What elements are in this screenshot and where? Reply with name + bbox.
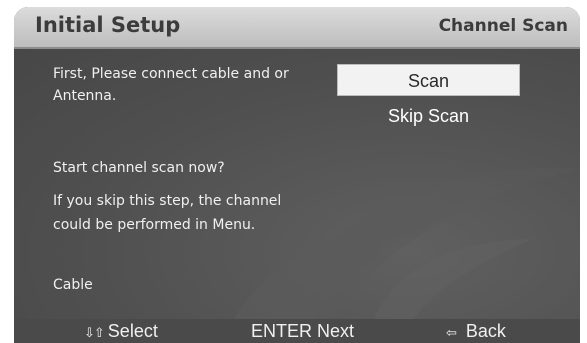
footer-next-hint: ENTER Next <box>251 321 355 341</box>
select-label: Select <box>107 321 158 341</box>
signal-source: Cable <box>53 277 93 293</box>
scan-question: Start channel scan now? <box>53 160 225 176</box>
footer-bar: ⇩⇧ Select ENTER Next ⇦ Back <box>14 319 580 343</box>
skip-scan-button[interactable]: Skip Scan <box>337 102 520 130</box>
skip-info-line1: If you skip this step, the channel <box>53 193 282 209</box>
connect-instruction-line1: First, Please connect cable and or <box>53 66 289 82</box>
setup-screen: Initial Setup Channel Scan First, Please… <box>14 7 580 343</box>
scan-button[interactable]: Scan <box>337 64 520 96</box>
skip-info-line2: could be performed in Menu. <box>53 217 256 233</box>
header-bar: Initial Setup Channel Scan <box>14 7 580 49</box>
section-title: Channel Scan <box>438 16 568 36</box>
footer-select-hint: ⇩⇧ Select <box>84 321 158 342</box>
page-title: Initial Setup <box>35 13 181 37</box>
back-label: Back <box>465 321 506 341</box>
connect-instruction-line2: Antenna. <box>53 88 117 104</box>
up-down-arrows-icon: ⇩⇧ <box>84 325 105 340</box>
content-area: First, Please connect cable and or Anten… <box>14 49 580 319</box>
footer-back-hint: ⇦ Back <box>446 321 506 342</box>
left-arrow-icon: ⇦ <box>446 325 457 340</box>
